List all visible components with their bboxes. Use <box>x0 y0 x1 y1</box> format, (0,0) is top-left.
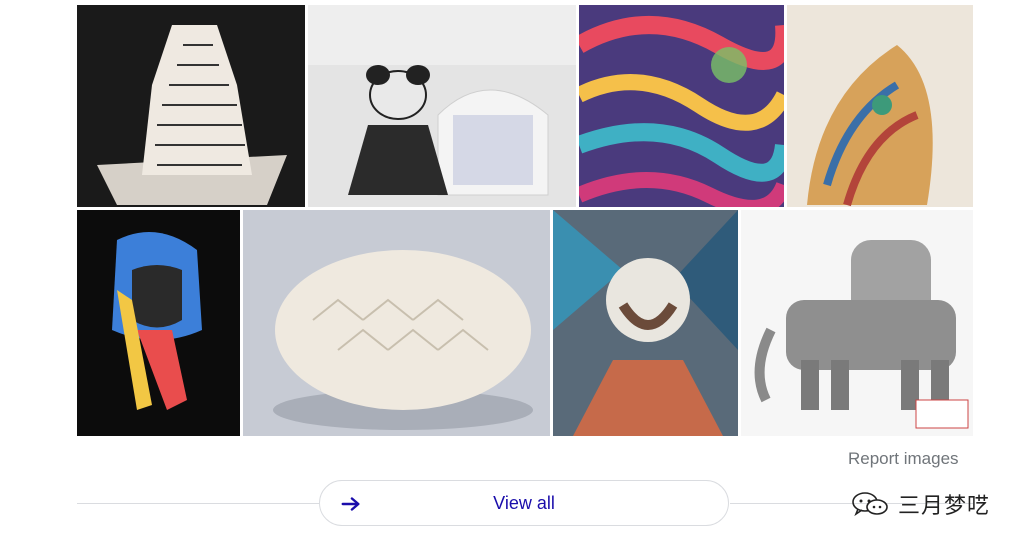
image-tile-3[interactable] <box>579 5 784 207</box>
image-tile-8[interactable] <box>741 210 973 436</box>
view-all-label: View all <box>493 493 555 513</box>
image-tile-7[interactable] <box>553 210 738 436</box>
watermark-text: 三月梦呓 <box>898 493 991 518</box>
image-tile-4[interactable] <box>787 5 973 207</box>
image-tile-5[interactable] <box>77 210 240 436</box>
divider-left <box>77 503 320 504</box>
image-2-art <box>308 65 576 207</box>
wechat-watermark: 三月梦呓 <box>850 486 990 522</box>
report-images-link[interactable]: Report images <box>848 449 959 469</box>
image-tile-1[interactable] <box>77 5 305 207</box>
image-tile-6[interactable] <box>243 210 550 436</box>
image-4-art <box>787 5 973 207</box>
image-5-art <box>77 210 240 436</box>
image-6-art <box>243 210 550 436</box>
wechat-logo-icon <box>852 492 888 517</box>
image-8-art <box>741 210 973 436</box>
view-all-button[interactable]: View all <box>319 480 729 526</box>
image-1-art <box>97 25 287 205</box>
image-3-art <box>579 5 784 207</box>
image-7-art <box>553 210 738 436</box>
image-tile-2[interactable] <box>308 5 576 207</box>
